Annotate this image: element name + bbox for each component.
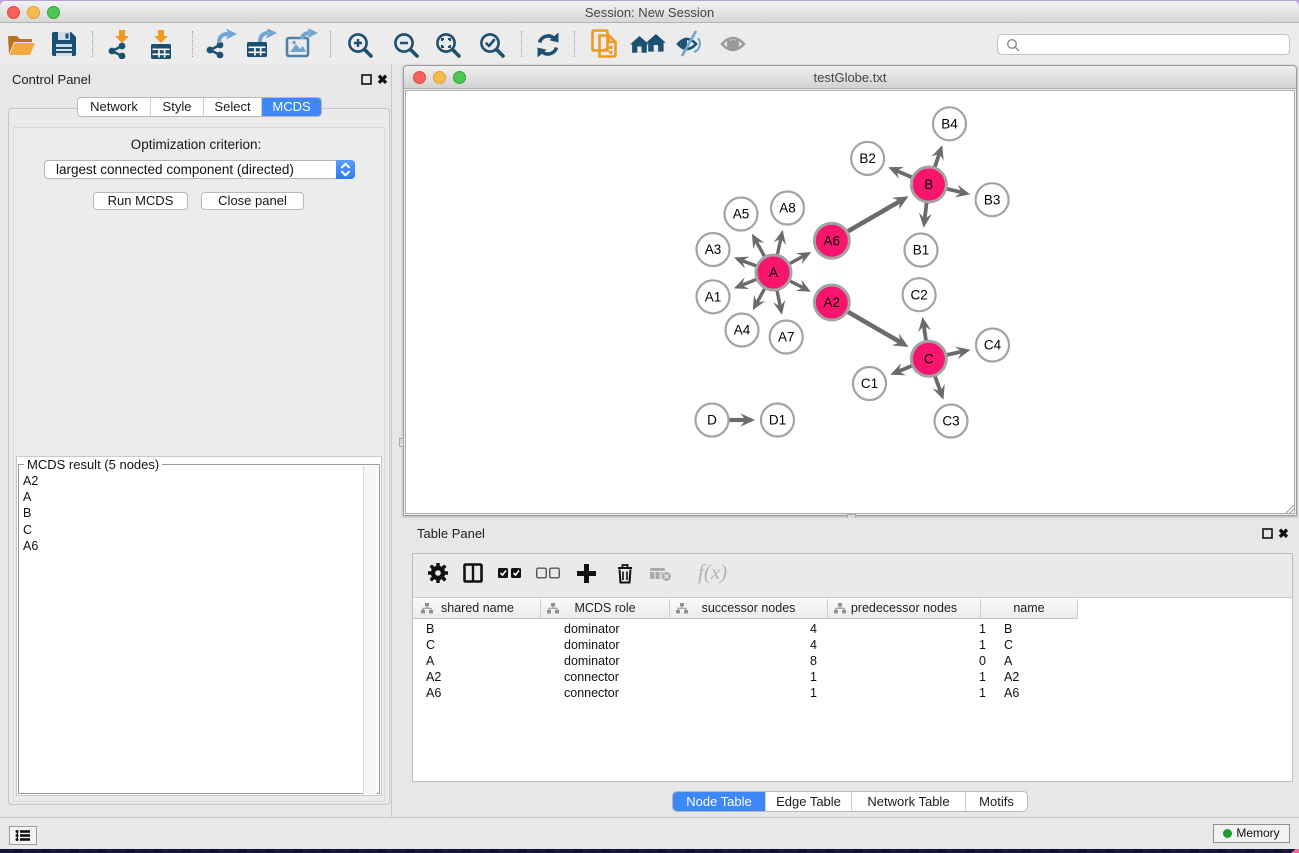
svg-text:C1: C1 xyxy=(861,376,878,391)
svg-text:B4: B4 xyxy=(941,117,958,132)
svg-text:A3: A3 xyxy=(705,242,722,257)
svg-text:C3: C3 xyxy=(942,414,959,429)
svg-text:A2: A2 xyxy=(824,295,841,310)
svg-text:D: D xyxy=(707,413,717,428)
svg-text:A7: A7 xyxy=(778,330,795,345)
svg-text:C4: C4 xyxy=(984,338,1002,353)
svg-text:A: A xyxy=(769,265,778,280)
svg-text:A8: A8 xyxy=(779,201,796,216)
svg-text:C: C xyxy=(924,352,934,367)
svg-text:A6: A6 xyxy=(824,233,841,248)
svg-text:A1: A1 xyxy=(705,290,722,305)
svg-text:A5: A5 xyxy=(733,207,750,222)
svg-text:B1: B1 xyxy=(913,243,930,258)
svg-text:A4: A4 xyxy=(734,323,751,338)
svg-text:D1: D1 xyxy=(769,413,786,428)
svg-text:B: B xyxy=(924,177,933,192)
svg-text:B3: B3 xyxy=(984,192,1001,207)
svg-text:B2: B2 xyxy=(859,151,876,166)
svg-text:C2: C2 xyxy=(910,287,927,302)
